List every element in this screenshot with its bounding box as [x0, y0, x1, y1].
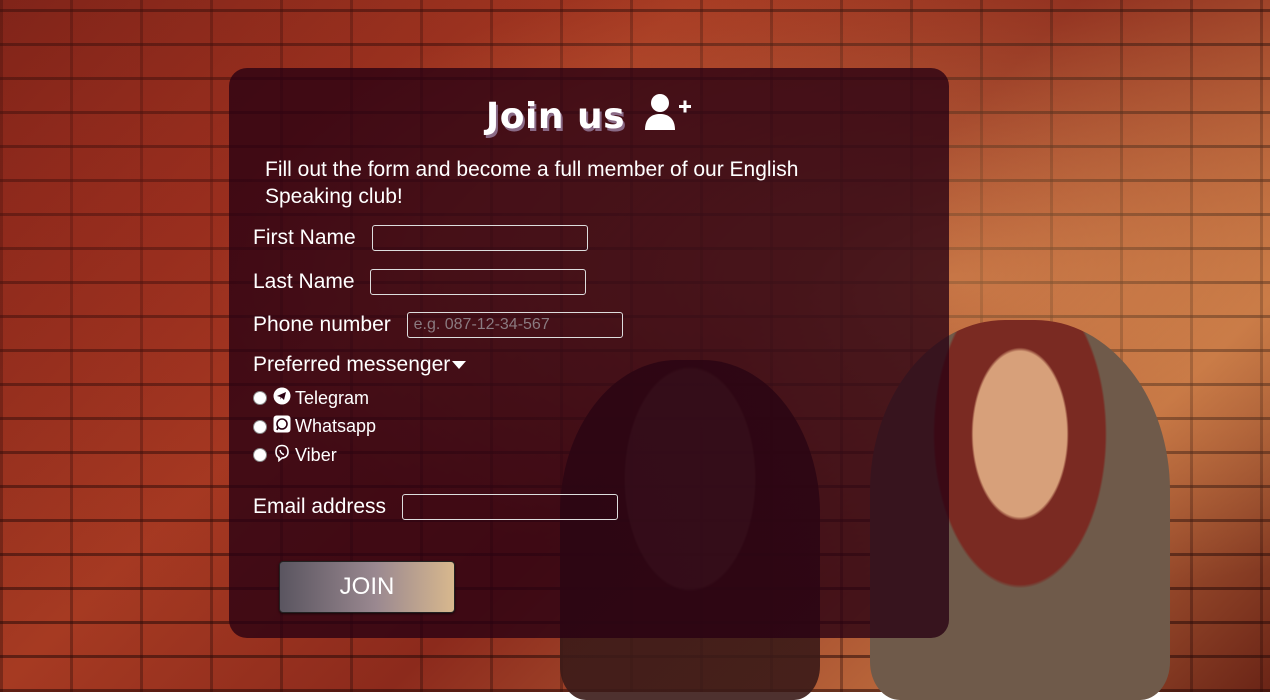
add-user-icon: [644, 92, 692, 141]
phone-label: Phone number: [253, 313, 391, 336]
email-label: Email address: [253, 495, 387, 518]
join-form-card: Join us Fill out the form and become a f…: [229, 68, 949, 638]
telegram-label: Telegram: [295, 387, 370, 408]
viber-radio[interactable]: [253, 448, 267, 463]
whatsapp-icon: [273, 415, 291, 438]
viber-label: Viber: [295, 444, 337, 465]
phone-input[interactable]: [406, 312, 623, 338]
last-name-row: Last Name: [253, 269, 587, 295]
first-name-row: First Name: [253, 225, 588, 251]
last-name-label: Last Name: [253, 270, 355, 293]
telegram-radio[interactable]: [253, 391, 267, 406]
whatsapp-label: Whatsapp: [295, 416, 377, 437]
messenger-options: Telegram Whatsapp Viber: [253, 384, 376, 470]
email-input[interactable]: [401, 494, 618, 520]
join-button[interactable]: JOIN: [279, 561, 455, 613]
form-intro: Fill out the form and become a full memb…: [265, 158, 799, 208]
whatsapp-radio[interactable]: [253, 419, 267, 434]
first-name-label: First Name: [253, 226, 356, 249]
caret-down-icon: [452, 361, 467, 370]
messenger-option-viber[interactable]: Viber: [253, 441, 376, 470]
phone-row: Phone number: [253, 312, 623, 338]
viber-icon: [273, 444, 291, 467]
first-name-input[interactable]: [371, 225, 588, 251]
messenger-label-row: Preferred messenger: [253, 353, 467, 377]
email-row: Email address: [253, 494, 618, 520]
messenger-option-telegram[interactable]: Telegram: [253, 384, 376, 413]
form-title: Join us: [229, 92, 949, 141]
messenger-label: Preferred messenger: [253, 353, 451, 376]
last-name-input[interactable]: [370, 269, 587, 295]
form-title-text: Join us: [485, 96, 626, 137]
telegram-icon: [273, 387, 291, 410]
messenger-option-whatsapp[interactable]: Whatsapp: [253, 413, 376, 442]
